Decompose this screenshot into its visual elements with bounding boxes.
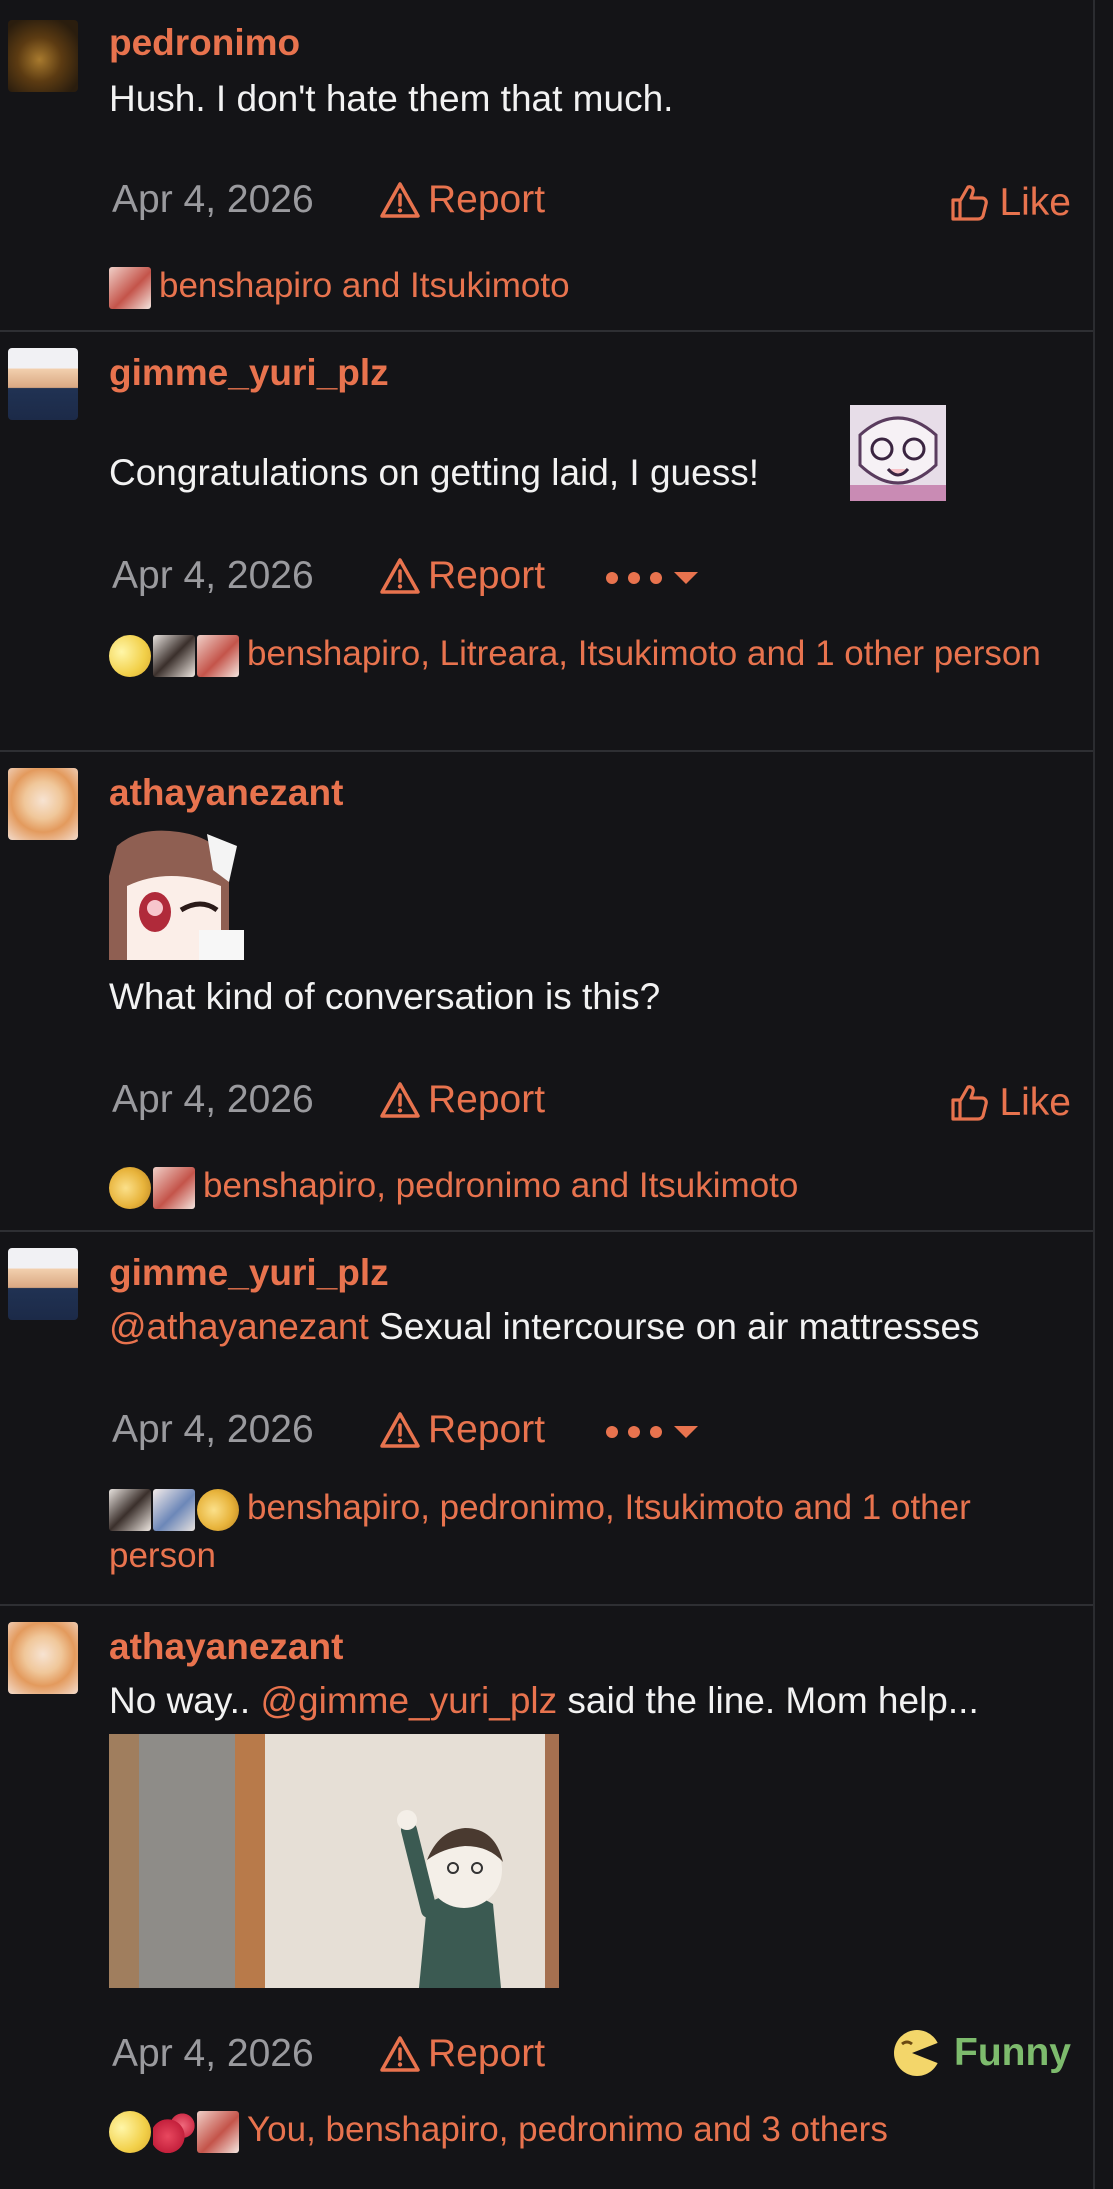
gif-image[interactable] xyxy=(109,1734,559,1988)
message-text: No way.. @gimme_yuri_plz said the line. … xyxy=(109,1680,979,1722)
report-label: Report xyxy=(428,1078,546,1121)
message-body: No way.. xyxy=(109,1680,261,1721)
like-button[interactable]: Like xyxy=(949,1081,1071,1125)
avatar[interactable] xyxy=(8,1248,78,1320)
laugh-emoji-icon xyxy=(197,1488,239,1531)
username[interactable]: gimme_yuri_plz xyxy=(109,352,389,394)
ellipsis-icon xyxy=(606,572,662,584)
more-options-button[interactable] xyxy=(606,1426,698,1438)
user-mention-link[interactable]: @athayanezant xyxy=(109,1306,369,1347)
warning-icon xyxy=(380,1082,420,1118)
avatar[interactable] xyxy=(8,1622,78,1694)
scrollbar[interactable] xyxy=(1095,0,1113,2189)
warning-icon xyxy=(380,1412,420,1448)
hearts-icon xyxy=(153,2110,195,2153)
report-label: Report xyxy=(428,1408,546,1451)
reaction-avatar-icon xyxy=(109,266,151,309)
reaction-icons xyxy=(109,634,241,677)
reaction-avatar-icon xyxy=(153,1166,195,1209)
thumbs-up-icon xyxy=(951,1085,989,1121)
warning-icon xyxy=(380,182,420,218)
username[interactable]: athayanezant xyxy=(109,1626,343,1668)
report-label: Report xyxy=(428,554,546,597)
emoji-image xyxy=(850,405,946,501)
laugh-emoji-icon xyxy=(109,634,151,677)
post-date[interactable]: Apr 4, 2026 xyxy=(112,554,314,598)
reactions-summary[interactable]: benshapiro, Litreara, Itsukimoto and 1 o… xyxy=(109,630,1069,678)
ellipsis-icon xyxy=(606,1426,662,1438)
message-post: pedronimo Hush. I don't hate them that m… xyxy=(0,0,1093,332)
funny-label: Funny xyxy=(954,2031,1071,2074)
reactions-text: You, benshapiro, pedronimo and 3 others xyxy=(247,2110,888,2149)
reactions-text: benshapiro and Itsukimoto xyxy=(159,266,570,305)
report-label: Report xyxy=(428,2032,546,2075)
message-body: Congratulations on getting laid, I guess… xyxy=(109,452,759,493)
laugh-emoji-icon xyxy=(109,2110,151,2153)
report-button[interactable]: Report xyxy=(380,1408,545,1452)
message-text: Hush. I don't hate them that much. xyxy=(109,78,674,119)
username[interactable]: pedronimo xyxy=(109,22,300,64)
more-options-button[interactable] xyxy=(606,572,698,584)
chevron-down-icon xyxy=(674,572,698,584)
message-text: What kind of conversation is this? xyxy=(109,976,661,1017)
like-button[interactable]: Like xyxy=(949,181,1071,225)
report-button[interactable]: Report xyxy=(380,554,545,598)
warning-icon xyxy=(380,2036,420,2072)
username[interactable]: gimme_yuri_plz xyxy=(109,1252,389,1294)
message-post: gimme_yuri_plz @athayanezant Sexual inte… xyxy=(0,1232,1093,1606)
reaction-icons xyxy=(109,266,153,309)
message-post: athayanezant No way.. @gimme_yuri_plz sa… xyxy=(0,1606,1093,2189)
report-button[interactable]: Report xyxy=(380,178,545,222)
message-feed: pedronimo Hush. I don't hate them that m… xyxy=(0,0,1095,2189)
thumbs-up-icon xyxy=(951,185,989,221)
reaction-avatar-icon xyxy=(109,1488,151,1531)
reaction-avatar-icon xyxy=(153,634,195,677)
like-label: Like xyxy=(999,181,1071,224)
message-post: athayanezant What kind of conversation i… xyxy=(0,752,1093,1232)
laugh-emoji-icon xyxy=(894,2030,941,2076)
chevron-down-icon xyxy=(674,1426,698,1438)
post-date[interactable]: Apr 4, 2026 xyxy=(112,1078,314,1122)
report-button[interactable]: Report xyxy=(380,2032,545,2076)
warning-icon xyxy=(380,558,420,594)
report-label: Report xyxy=(428,178,546,221)
avatar[interactable] xyxy=(8,348,78,420)
reactions-text: benshapiro, Litreara, Itsukimoto and 1 o… xyxy=(247,634,1041,673)
funny-reaction-button[interactable]: Funny xyxy=(892,2028,1071,2078)
avatar[interactable] xyxy=(8,20,78,92)
sticker-image xyxy=(109,826,244,960)
crying-emoji-icon xyxy=(153,1488,195,1531)
post-date[interactable]: Apr 4, 2026 xyxy=(112,1408,314,1452)
post-date[interactable]: Apr 4, 2026 xyxy=(112,178,314,222)
post-date[interactable]: Apr 4, 2026 xyxy=(112,2032,314,2076)
username[interactable]: athayanezant xyxy=(109,772,343,814)
reactions-summary[interactable]: benshapiro, pedronimo and Itsukimoto xyxy=(109,1162,1069,1210)
user-mention-link[interactable]: @gimme_yuri_plz xyxy=(260,1680,557,1721)
message-text: @athayanezant Sexual intercourse on air … xyxy=(109,1306,980,1348)
avatar[interactable] xyxy=(8,768,78,840)
reactions-summary[interactable]: You, benshapiro, pedronimo and 3 others xyxy=(109,2106,1069,2154)
report-button[interactable]: Report xyxy=(380,1078,545,1122)
reaction-avatar-icon xyxy=(197,2110,239,2153)
reaction-avatar-icon xyxy=(197,634,239,677)
like-label: Like xyxy=(999,1081,1071,1124)
message-body: said the line. Mom help... xyxy=(557,1680,979,1721)
reactions-summary[interactable]: benshapiro, pedronimo, Itsukimoto and 1 … xyxy=(109,1484,1069,1580)
reactions-text: benshapiro, pedronimo and Itsukimoto xyxy=(203,1166,799,1205)
reaction-icons xyxy=(109,2110,241,2153)
reactions-summary[interactable]: benshapiro and Itsukimoto xyxy=(109,262,1069,310)
laugh-emoji-icon xyxy=(109,1166,151,1209)
message-post: gimme_yuri_plz Congratulations on gettin… xyxy=(0,332,1093,752)
reaction-icons xyxy=(109,1488,241,1531)
message-text: Congratulations on getting laid, I guess… xyxy=(109,452,759,494)
reaction-icons xyxy=(109,1166,197,1209)
message-body: Sexual intercourse on air mattresses xyxy=(368,1306,980,1347)
